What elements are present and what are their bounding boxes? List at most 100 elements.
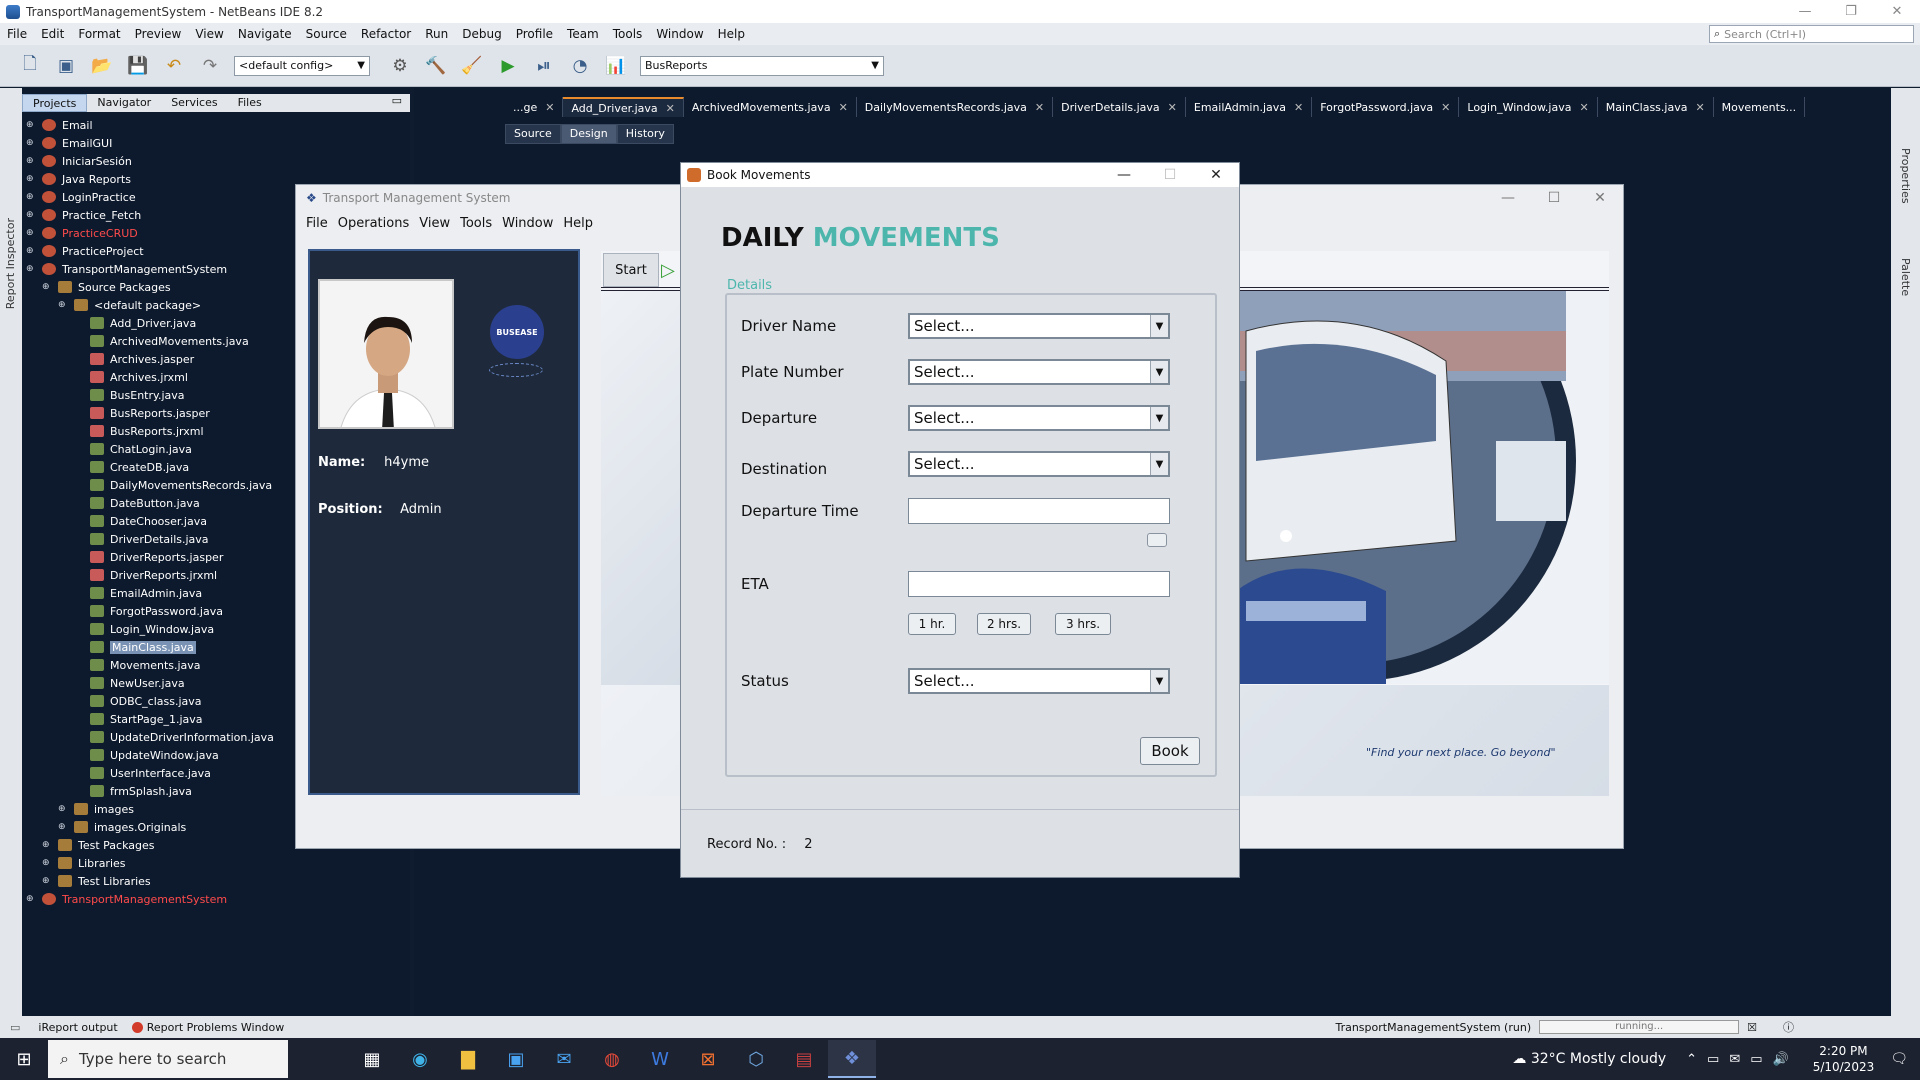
- taskbar-search-input[interactable]: ⌕ Type here to search: [48, 1040, 288, 1078]
- departure-time-field[interactable]: [908, 498, 1170, 524]
- editor-tab[interactable]: ...ge ✕: [505, 97, 564, 117]
- minimize-icon[interactable]: —: [1485, 190, 1531, 206]
- windows-start-icon[interactable]: ⊞: [0, 1038, 48, 1080]
- expand-toggle-icon[interactable]: ⊕: [42, 840, 52, 850]
- config-combo[interactable]: <default config> ▼: [234, 55, 370, 76]
- tab-projects[interactable]: Projects: [22, 94, 88, 112]
- destination-combo[interactable]: Select... ▼: [908, 451, 1170, 477]
- menu-source[interactable]: Source: [299, 27, 354, 41]
- chrome-icon[interactable]: ◍: [588, 1040, 636, 1078]
- minimize-icon[interactable]: —: [1101, 167, 1147, 183]
- expand-toggle-icon[interactable]: ⊕: [26, 228, 36, 238]
- build-icon[interactable]: 🔨: [424, 54, 448, 78]
- menu-edit[interactable]: Edit: [34, 27, 71, 41]
- close-tab-icon[interactable]: ✕: [1035, 101, 1044, 114]
- departure-combo[interactable]: Select... ▼: [908, 405, 1170, 431]
- tab-design[interactable]: Design: [560, 124, 617, 144]
- properties-tab[interactable]: Properties: [1899, 148, 1912, 204]
- menu-team[interactable]: Team: [560, 27, 606, 41]
- close-icon[interactable]: ✕: [1874, 4, 1920, 19]
- tab-files[interactable]: Files: [228, 94, 272, 112]
- tms-menu-window[interactable]: Window: [502, 216, 553, 231]
- expand-toggle-icon[interactable]: ⊕: [26, 210, 36, 220]
- tms-menu-help[interactable]: Help: [563, 216, 593, 231]
- close-tab-icon[interactable]: ✕: [1294, 101, 1303, 114]
- play-icon[interactable]: ▷: [661, 260, 675, 281]
- mail-icon[interactable]: ✉: [540, 1040, 588, 1078]
- eta-2hrs-button[interactable]: 2 hrs.: [977, 613, 1031, 635]
- menu-run[interactable]: Run: [418, 27, 455, 41]
- new-project-icon[interactable]: ▣: [54, 54, 78, 78]
- tree-item[interactable]: ⊕ Libraries: [26, 854, 406, 872]
- tree-item[interactable]: ⊕ IniciarSesión: [26, 152, 406, 170]
- expand-toggle-icon[interactable]: ⊕: [26, 120, 36, 130]
- netbeans-taskbar-icon[interactable]: ❖: [828, 1040, 876, 1078]
- close-tab-icon[interactable]: ✕: [1579, 101, 1588, 114]
- editor-tab[interactable]: MainClass.java ✕: [1598, 97, 1714, 117]
- restore-icon[interactable]: ❐: [1828, 4, 1874, 19]
- expand-toggle-icon[interactable]: ⊕: [42, 858, 52, 868]
- close-tab-icon[interactable]: ✕: [1168, 101, 1177, 114]
- close-tab-icon[interactable]: ✕: [666, 102, 675, 115]
- tray-icons[interactable]: ⌃▭✉▭🔊: [1686, 1052, 1799, 1067]
- run-icon[interactable]: ▶: [496, 54, 520, 78]
- notification-icon[interactable]: 🗨: [1890, 1051, 1908, 1067]
- minimize-icon[interactable]: —: [1782, 4, 1828, 19]
- profile-icon[interactable]: ◔: [568, 54, 592, 78]
- editor-tab[interactable]: DriverDetails.java ✕: [1053, 97, 1186, 117]
- expand-toggle-icon[interactable]: ⊕: [42, 876, 52, 886]
- close-tab-icon[interactable]: ✕: [1441, 101, 1450, 114]
- tree-item[interactable]: ⊕ Test Libraries: [26, 872, 406, 890]
- editor-tab[interactable]: Login_Window.java ✕: [1459, 97, 1598, 117]
- redo-icon[interactable]: ↷: [198, 54, 222, 78]
- book-button[interactable]: Book: [1140, 737, 1200, 765]
- undo-icon[interactable]: ↶: [162, 54, 186, 78]
- word-icon[interactable]: W: [636, 1040, 684, 1078]
- menu-help[interactable]: Help: [711, 27, 752, 41]
- edge-icon[interactable]: ◉: [396, 1040, 444, 1078]
- close-tab-icon[interactable]: ✕: [545, 101, 554, 114]
- editor-tab[interactable]: ArchivedMovements.java ✕: [684, 97, 857, 117]
- menu-file[interactable]: File: [0, 27, 34, 41]
- expand-toggle-icon[interactable]: ⊕: [42, 282, 52, 292]
- tab-start[interactable]: Start: [603, 253, 659, 287]
- xampp-icon[interactable]: ⊠: [684, 1040, 732, 1078]
- tms-menu-tools[interactable]: Tools: [460, 216, 492, 231]
- expand-toggle-icon[interactable]: ⊕: [26, 192, 36, 202]
- editor-tab[interactable]: DailyMovementsRecords.java ✕: [857, 97, 1054, 117]
- report-problems-tab[interactable]: Report Problems Window: [147, 1021, 285, 1034]
- tree-item[interactable]: ⊕ EmailGUI: [26, 134, 406, 152]
- new-file-icon[interactable]: 🗋: [18, 54, 42, 78]
- open-project-icon[interactable]: 📂: [90, 54, 114, 78]
- menu-tools[interactable]: Tools: [606, 27, 650, 41]
- plate-number-combo[interactable]: Select... ▼: [908, 359, 1170, 385]
- editor-tab[interactable]: Add_Driver.java ✕: [563, 97, 684, 117]
- virtualbox-icon[interactable]: ⬡: [732, 1040, 780, 1078]
- maximize-icon[interactable]: ☐: [1531, 190, 1577, 206]
- eta-1hr-button[interactable]: 1 hr.: [908, 613, 956, 635]
- tms-menu-file[interactable]: File: [306, 216, 328, 231]
- weather-widget[interactable]: ☁ 32°C Mostly cloudy: [1512, 1051, 1666, 1067]
- close-tab-icon[interactable]: ✕: [839, 101, 848, 114]
- file-explorer-icon[interactable]: ▇: [444, 1040, 492, 1078]
- close-icon[interactable]: ✕: [1577, 190, 1623, 206]
- winrar-icon[interactable]: ▤: [780, 1040, 828, 1078]
- eta-field[interactable]: [908, 571, 1170, 597]
- ireport-output-tab[interactable]: iReport output: [38, 1021, 117, 1034]
- tab-history[interactable]: History: [616, 124, 674, 144]
- tab-source[interactable]: Source: [505, 124, 561, 144]
- ide-search-input[interactable]: ⌕ Search (Ctrl+I): [1709, 25, 1914, 43]
- reports-combo[interactable]: BusReports ▼: [640, 55, 884, 76]
- expand-toggle-icon[interactable]: ⊕: [26, 894, 36, 904]
- eta-3hrs-button[interactable]: 3 hrs.: [1055, 613, 1111, 635]
- expand-toggle-icon[interactable]: ⊕: [26, 246, 36, 256]
- menu-debug[interactable]: Debug: [455, 27, 508, 41]
- expand-toggle-icon[interactable]: ⊕: [58, 804, 68, 814]
- clean-build-icon[interactable]: 🧹: [460, 54, 484, 78]
- menu-window[interactable]: Window: [649, 27, 710, 41]
- editor-tab[interactable]: Movements...: [1714, 97, 1806, 117]
- driver-name-combo[interactable]: Select... ▼: [908, 313, 1170, 339]
- store-icon[interactable]: ▣: [492, 1040, 540, 1078]
- status-combo[interactable]: Select... ▼: [908, 668, 1170, 694]
- menu-format[interactable]: Format: [71, 27, 127, 41]
